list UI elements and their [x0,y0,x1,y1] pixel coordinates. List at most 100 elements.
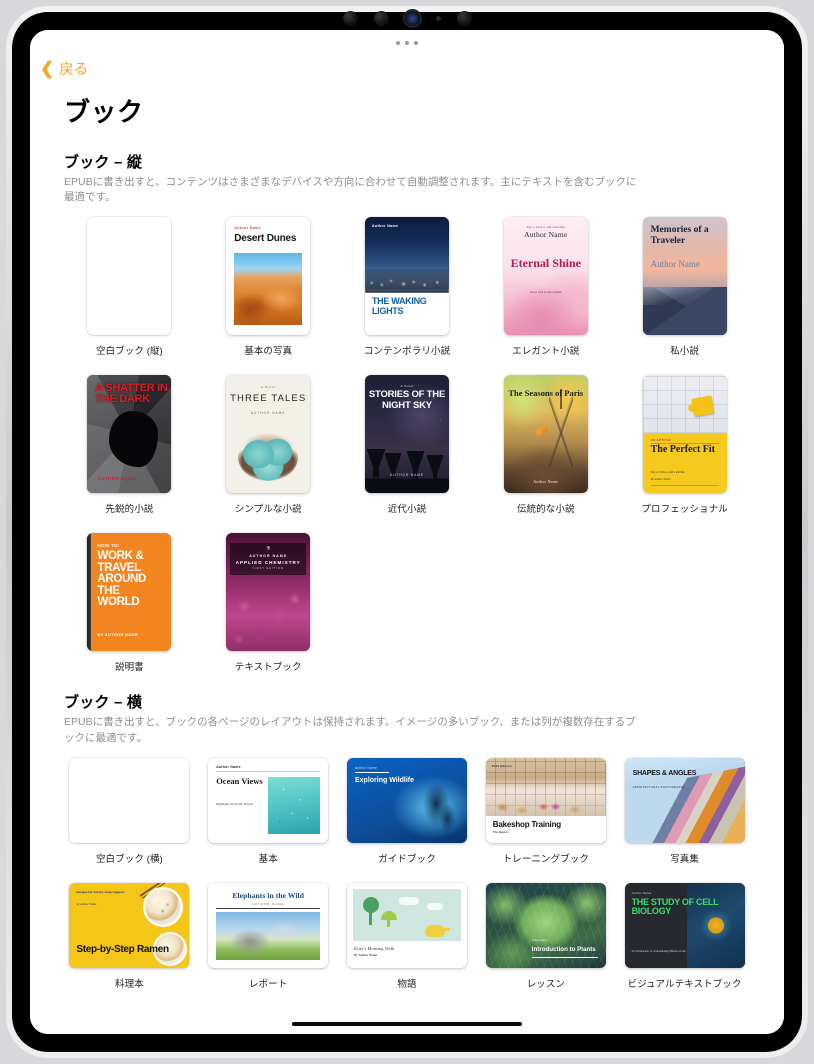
template-card-modern-novel[interactable]: A Novel STORIES OF THE NIGHT SKY AUTHOR … [338,375,477,527]
template-card-blank-portrait[interactable]: 空白ブック (縦) [60,217,199,369]
cover-image [216,911,321,960]
cover-title: Elephants in the Wild [232,890,304,900]
template-thumbnail[interactable]: Author Name Introduction to Plants [485,882,606,968]
cover-title: Bakeshop Training [492,819,561,829]
template-thumbnail[interactable]: Author Name Ocean Views Highlights From … [208,757,329,843]
template-thumbnail[interactable]: AN ARTICLE The Perfect Fit Tap or click … [642,375,727,494]
template-thumbnail[interactable]: Author Name Desert Dunes [226,217,311,336]
navigation-bar: ❮ 戻る [30,56,784,86]
cover-author: Author Name [371,224,399,229]
cover-rule [216,907,321,909]
cover-author: Author Name [524,230,568,240]
cover-image-tower [548,389,573,468]
template-thumbnail[interactable]: A SHATTER IN THE DARK AUTHOR NAME [87,375,172,494]
template-card-classic-novel[interactable]: The Seasons of Paris Author Name 伝統的な小説 [476,375,615,527]
template-card-simple-novel[interactable]: A Novel THREE TALES AUTHOR NAME シンプルな小説 [199,375,338,527]
template-card-photo-book[interactable]: SHAPES & ANGLES ARCHITECTURAL PHOTOGRAPH… [615,757,754,877]
section-books-landscape: ブック – 横 EPUBに書き出すと、ブックの各ページのレイアウトは保持されます… [60,691,754,1001]
cover-title: THE WAKING LIGHTS [371,296,427,316]
template-thumbnail[interactable]: The Seasons of Paris Author Name [503,375,588,494]
template-scroll-area[interactable]: ブック ブック – 縦 EPUBに書き出すと、コンテンツはさまざまなデバイスや方… [30,86,784,1034]
template-label: テキストブック [234,662,302,674]
section-books-portrait: ブック – 縦 EPUBに書き出すと、コンテンツはさまざまなデバイスや方向に合わ… [60,151,754,685]
flask-icon: ⚗ [265,546,271,553]
template-card-guidebook[interactable]: Author Name Exploring Wildlife ガイドブック [338,757,477,877]
section-title: ブック – 横 [64,694,143,712]
cover-image [364,449,449,494]
cover-author: AUTHOR NAME [251,901,285,906]
cover-title: THREE TALES [230,393,307,405]
template-thumbnail[interactable]: Author Name THE STUDY OF CELL BIOLOGY An… [624,882,745,968]
template-label: トレーニングブック [502,853,589,865]
template-thumbnail[interactable]: Recipes for Savory Soup Suppers by Autho… [69,882,190,968]
page-title: ブック [64,97,144,127]
template-thumbnail[interactable]: Elephants in the Wild AUTHOR NAME [208,882,329,968]
cover-subtitle: The Basics [492,829,509,834]
template-thumbnail[interactable]: SHAPES & ANGLES ARCHITECTURAL PHOTOGRAPH… [624,757,745,843]
cover-title: A SHATTER IN THE DARK [95,382,168,405]
template-label: 料理本 [114,978,144,990]
template-thumbnail[interactable]: Author Name Exploring Wildlife [346,757,467,843]
cover-subtitle: An Introduction to Understanding Blocks … [631,949,686,953]
template-card-basic-photo[interactable]: Author Name Desert Dunes 基本の写真 [199,217,338,369]
template-thumbnail[interactable] [69,757,190,843]
template-thumbnail[interactable]: Kitty's Morning Walk By Author Name [346,882,467,968]
template-label: 空白ブック (縦) [95,346,163,358]
template-card-lesson[interactable]: Author Name Introduction to Plants レッスン [476,882,615,1002]
template-card-textbook[interactable]: ⚗ AUTHOR NAME APPLIED CHEMISTRY FIRST ED… [199,533,338,685]
template-thumbnail[interactable]: 2024 Edition Bakeshop Training The Basic… [485,757,606,843]
template-card-personal-novel[interactable]: Memories of a Traveler Author Name 私小説 [615,217,754,369]
ipad-device-frame: ❮ 戻る ブック ブック – 縦 EPUBに書き出すと、コンテンツはさまざまなデ… [0,0,814,1064]
cover-rule [216,770,321,772]
template-card-training-book[interactable]: 2024 Edition Bakeshop Training The Basic… [476,757,615,877]
template-thumbnail[interactable]: Author Name THE WAKING LIGHTS [364,217,449,336]
template-card-cookbook[interactable]: Recipes for Savory Soup Suppers by Autho… [60,882,199,1002]
camera-lens-icon [342,10,358,26]
cover-kicker: Recipes for Savory Soup Suppers [76,889,125,894]
template-thumbnail[interactable]: ⚗ AUTHOR NAME APPLIED CHEMISTRY FIRST ED… [226,533,311,652]
template-card-elegant-novel[interactable]: Tap or click to add a heading Author Nam… [476,217,615,369]
home-indicator[interactable] [292,1022,522,1026]
cover-author: By Author Name [353,952,377,957]
template-thumbnail[interactable] [87,217,172,336]
template-thumbnail[interactable]: Tap or click to add a heading Author Nam… [503,217,588,336]
template-card-blank-landscape[interactable]: 空白ブック (横) [60,757,199,877]
cover-rule [354,771,389,773]
template-grid-portrait: 空白ブック (縦) Author Name Desert Dunes 基本の写真 [60,217,754,685]
template-label: プロフェッショナル [641,504,728,516]
cover-kicker: A Novel [260,385,276,390]
drag-handle-icon[interactable] [396,41,418,45]
flash-lens-icon [404,10,420,26]
template-thumbnail[interactable]: HOW TO: WORK & TRAVEL AROUND THE WORLD B… [87,533,172,652]
template-thumbnail[interactable]: A Novel THREE TALES AUTHOR NAME [226,375,311,494]
template-label: 先鋭的小説 [105,504,154,516]
template-card-professional[interactable]: AN ARTICLE The Perfect Fit Tap or click … [615,375,754,527]
cover-title: WORK & TRAVEL AROUND THE WORLD [97,550,147,609]
template-grid-landscape: 空白ブック (横) Author Name Ocean Views Highli… [60,757,754,1002]
cover-title: Exploring Wildlife [354,776,415,784]
cover-image-bowl [143,886,184,927]
template-card-manual[interactable]: HOW TO: WORK & TRAVEL AROUND THE WORLD B… [60,533,199,685]
cover-image [237,433,299,482]
cover-title: THE STUDY OF CELL BIOLOGY [631,896,719,916]
template-card-visual-textbook[interactable]: Author Name THE STUDY OF CELL BIOLOGY An… [615,882,754,1002]
template-card-edgy-novel[interactable]: A SHATTER IN THE DARK AUTHOR NAME 先鋭的小説 [60,375,199,527]
template-card-story[interactable]: Kitty's Morning Walk By Author Name 物語 [338,882,477,1002]
cover-image [406,773,463,836]
cover-title: APPLIED CHEMISTRY [235,560,301,566]
template-thumbnail[interactable]: A Novel STORIES OF THE NIGHT SKY AUTHOR … [364,375,449,494]
tree-trunk-icon [386,918,390,927]
cover-image [687,882,745,968]
tree-trunk-icon [368,910,372,925]
template-card-report[interactable]: Elephants in the Wild AUTHOR NAME レポート [199,882,338,1002]
cover-title: Memories of a Traveler [650,225,709,246]
template-label: 伝統的な小説 [516,504,575,516]
cover-spine [87,533,92,652]
cover-author: Author Name [354,765,378,770]
template-thumbnail[interactable]: Memories of a Traveler Author Name [642,217,727,336]
template-label: 空白ブック (横) [95,853,163,865]
back-button[interactable]: ❮ 戻る [40,58,88,79]
template-card-contemporary-novel[interactable]: Author Name THE WAKING LIGHTS コンテンポラリ小説 [338,217,477,369]
template-card-basic[interactable]: Author Name Ocean Views Highlights From … [199,757,338,877]
template-label: レポート [248,978,288,990]
